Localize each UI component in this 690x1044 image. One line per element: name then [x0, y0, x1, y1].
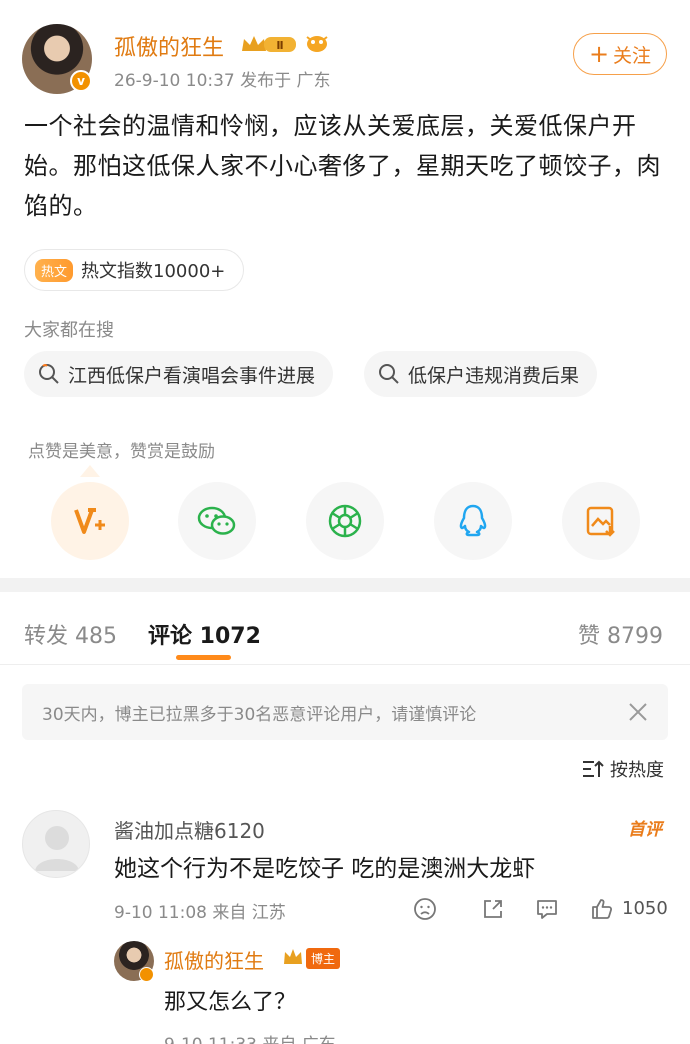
search-chip-label: 江西低保户看演唱会事件进展 [68, 364, 316, 387]
post-meta: 26-9-10 10:37 发布于 广东 [114, 71, 331, 91]
tab-active-indicator [176, 655, 231, 660]
sort-icon [583, 760, 604, 777]
search-chip-1[interactable]: 江西低保户看演唱会事件进展 [24, 351, 334, 397]
plus-icon: + [588, 40, 610, 68]
reply-author-name[interactable]: 孤傲的狂生 [164, 945, 264, 974]
section-divider [0, 578, 690, 592]
tab-comment[interactable]: 评论 1072 [148, 618, 261, 650]
reply-text: 那又怎么了？ [164, 990, 297, 1015]
reply-meta: 9-10 11:33 来自 广东 [164, 1030, 336, 1044]
follow-label: 关注 [613, 44, 652, 67]
moments-icon [328, 504, 362, 538]
qq-icon [459, 504, 487, 537]
commenter-avatar[interactable] [22, 810, 90, 878]
tab-like[interactable]: 赞 8799 [578, 618, 663, 650]
search-icon [379, 364, 399, 384]
notice-text: 30天内，博主已拉黑多于30名恶意评论用户，请谨慎评论 [42, 704, 477, 725]
vip-crown-icon: Ⅱ [242, 36, 296, 52]
sort-button[interactable]: 按热度 [582, 756, 664, 782]
tab-repost[interactable]: 转发 485 [24, 618, 117, 650]
close-icon[interactable] [628, 702, 648, 722]
save-image-icon [586, 506, 615, 537]
share-moments-button[interactable] [306, 482, 384, 560]
dislike-icon[interactable] [413, 896, 437, 922]
blogger-badge: 博主 [306, 948, 341, 969]
share-wechat-button[interactable] [178, 482, 256, 560]
hot-index-pill[interactable]: 热文 热文指数10000+ [24, 249, 245, 291]
tooltip-pointer [80, 465, 100, 477]
hot-badge: 热文 [35, 258, 74, 282]
hot-search-icon [39, 364, 59, 384]
default-avatar-icon [35, 826, 79, 871]
watermark-overlay [552, 1016, 690, 1044]
share-icon[interactable] [481, 896, 505, 922]
comment-meta: 9-10 11:08 来自 江苏 [114, 903, 286, 923]
first-comment-badge: 首评 [628, 820, 662, 840]
encourage-text: 点赞是美意，赞赏是鼓励 [28, 442, 215, 462]
like-icon[interactable] [590, 896, 614, 922]
wechat-icon [197, 506, 236, 535]
svg-text:Ⅱ: Ⅱ [276, 39, 283, 52]
post-content: 一个社会的温情和怜悯，应该从关爱底层，关爱低保户开始。那怕这低保人家不小心奢侈了… [24, 112, 661, 220]
save-image-button[interactable] [562, 482, 640, 560]
reward-icon [74, 508, 105, 534]
verified-badge-icon [139, 967, 154, 982]
sort-label: 按热度 [610, 760, 664, 781]
search-chip-label: 低保户违规消费后果 [408, 364, 580, 387]
reply-icon[interactable] [535, 896, 559, 922]
comment-text: 她这个行为不是吃饺子 吃的是澳洲大龙虾 [114, 856, 536, 882]
block-notice: 30天内，博主已拉黑多于30名恶意评论用户，请谨慎评论 [22, 684, 668, 740]
reward-button[interactable] [51, 482, 129, 560]
search-chip-2[interactable]: 低保户违规消费后果 [364, 351, 598, 397]
share-qq-button[interactable] [434, 482, 512, 560]
commenter-name[interactable]: 酱油加点糖6120 [114, 815, 265, 844]
search-section-title: 大家都在搜 [24, 320, 114, 341]
author-name[interactable]: 孤傲的狂生 [114, 30, 224, 62]
follow-button[interactable]: + 关注 [573, 33, 667, 75]
verified-badge-icon: v [70, 70, 92, 92]
tab-divider [0, 664, 690, 665]
like-count: 1050 [622, 898, 668, 919]
vip-crown-icon [284, 949, 302, 964]
hot-index-label: 热文指数10000+ [81, 261, 226, 282]
fan-badge-icon [306, 36, 328, 52]
